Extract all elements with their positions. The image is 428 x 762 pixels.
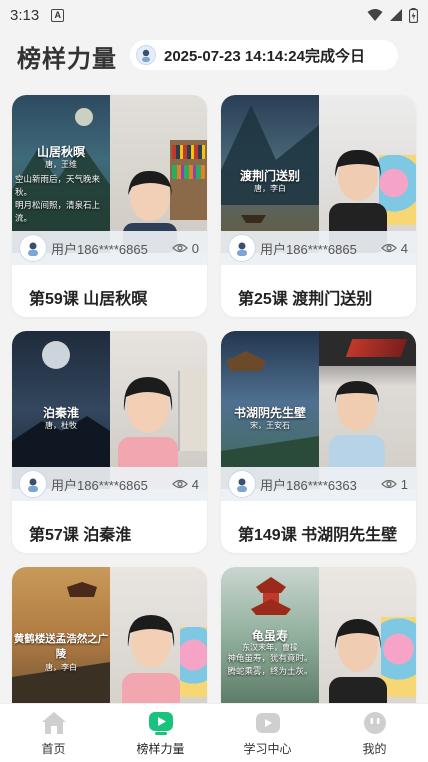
video-card[interactable]: 渡荆门送别 唐，李白 用户186****6865 4 第25课 渡荆门送别 [221,95,416,317]
view-count: 4 [191,476,199,492]
tab-label: 榜样力量 [136,742,185,756]
header: 榜样力量 2025-07-23 14:14:24完成今日 [0,34,428,78]
tab-label: 我的 [362,742,387,756]
poem-title: 书湖阴先生壁 [233,406,306,420]
view-count: 1 [400,476,408,492]
notification-a-icon: A [51,8,65,22]
user-name: 用户186****6865 [260,241,357,257]
poem-author: 宋，王安石 [250,421,290,430]
eye-icon [171,243,188,253]
poem-title: 山居秋暝 [36,145,85,159]
bottom-tab-bar: 首页 榜样力量 学习中心 我的 [0,703,428,762]
signal-icon [390,9,402,21]
poem-author: 唐，王维 [45,160,77,169]
lesson-title: 第149课 书湖阴先生壁 [238,527,398,544]
eye-icon [171,479,188,489]
user-avatar[interactable] [229,235,255,261]
poem-lines: 空山新雨后，天气晚来 秋。 明月松间照，清泉石上 流。 [15,175,101,224]
user-avatar[interactable] [229,471,255,497]
user-avatar[interactable] [20,235,46,261]
status-bar: 3:13 A [0,0,428,30]
uploader-bar: 用户186****6865 4 [221,231,416,265]
tab-label: 首页 [41,742,66,756]
poem-title: 渡荆门送别 [239,169,300,183]
uploader-bar: 用户186****6363 1 [221,467,416,501]
poem-author: 唐，李白 [45,663,77,672]
video-thumbnail[interactable]: 泊秦淮 唐，杜牧 [12,331,207,489]
video-thumbnail[interactable]: 山居秋暝 唐，王维 空山新雨后，天气晚来 秋。 明月松间照，清泉石上 流。 [12,95,207,253]
video-card[interactable]: 泊秦淮 唐，杜牧 用户186****6865 4 第57课 泊秦淮 [12,331,207,553]
poem-title: 泊秦淮 [42,406,79,420]
video-thumbnail[interactable]: 书湖阴先生壁 宋，王安石 [221,331,416,489]
tab-role-model[interactable]: 榜样力量 [107,704,214,762]
announcement-marquee[interactable]: 2025-07-23 14:14:24完成今日 [130,40,398,70]
page-title: 榜样力量 [17,45,117,73]
uploader-bar: 用户186****6865 0 [12,231,207,265]
profile-icon [363,712,386,734]
battery-icon [409,7,418,23]
tab-profile[interactable]: 我的 [321,704,428,762]
eye-icon [380,479,397,489]
home-icon [41,712,66,734]
poem-title: 黄鹤楼送孟浩然之广陵 [13,633,109,660]
study-icon [255,713,280,733]
uploader-bar: 用户186****6865 4 [12,467,207,501]
wifi-icon [367,9,383,21]
tab-study[interactable]: 学习中心 [214,704,321,762]
user-name: 用户186****6865 [51,241,148,257]
lesson-title: 第25课 渡荆门送别 [238,291,373,308]
user-name: 用户186****6363 [260,477,357,493]
eye-icon [380,243,397,253]
poem-author: 东汉末年，曹操 [242,643,298,652]
marquee-avatar [136,45,156,65]
poem-lines: 神龟虽寿，犹有竟时。 腾蛇乘雾，终为土灰。 [227,654,313,677]
lesson-title: 第59课 山居秋暝 [29,291,148,308]
user-avatar[interactable] [20,471,46,497]
poem-author: 唐，李白 [254,184,286,193]
video-thumbnail[interactable]: 渡荆门送别 唐，李白 [221,95,416,253]
status-icons [367,7,418,23]
poem-author: 唐，杜牧 [45,421,77,430]
tab-label: 学习中心 [243,742,292,756]
play-icon [148,712,173,735]
user-name: 用户186****6865 [51,477,148,493]
view-count: 4 [400,240,408,256]
video-card[interactable]: 山居秋暝 唐，王维 空山新雨后，天气晚来 秋。 明月松间照，清泉石上 流。 用户186… [12,95,207,317]
marquee-text: 2025-07-23 14:14:24完成今日 [164,47,365,65]
lesson-title: 第57课 泊秦淮 [29,527,132,544]
view-count: 0 [191,240,199,256]
status-time: 3:13 [10,6,40,24]
tab-home[interactable]: 首页 [0,704,107,762]
video-card[interactable]: 书湖阴先生壁 宋，王安石 用户186****6363 1 第149课 书湖阴先生… [221,331,416,553]
